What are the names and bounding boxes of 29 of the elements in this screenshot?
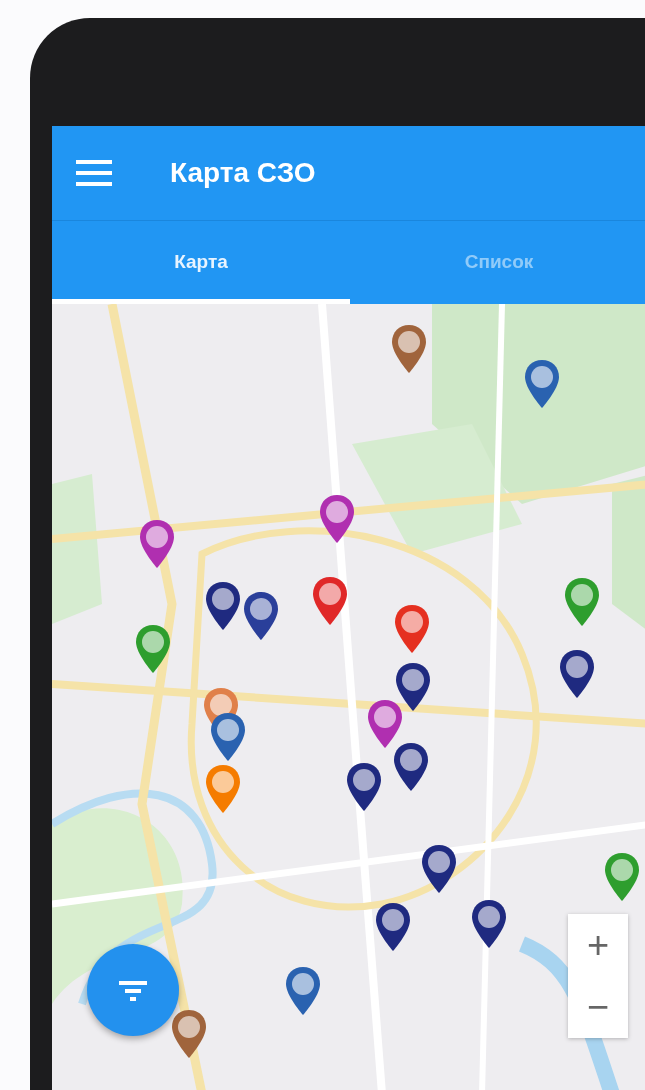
map-marker[interactable]	[392, 742, 430, 792]
map-marker[interactable]	[209, 712, 247, 762]
map-marker[interactable]	[138, 519, 176, 569]
app-title: Карта СЗО	[170, 157, 316, 189]
map-marker[interactable]	[390, 324, 428, 374]
zoom-button[interactable]: +	[568, 914, 628, 976]
filter-icon	[119, 979, 147, 1001]
map-marker[interactable]	[170, 1009, 208, 1059]
map-marker[interactable]	[393, 604, 431, 654]
map-marker[interactable]	[242, 591, 280, 641]
map-marker[interactable]	[420, 844, 458, 894]
map-marker[interactable]	[603, 852, 641, 902]
zoom-button[interactable]: −	[568, 976, 628, 1038]
map-marker[interactable]	[311, 576, 349, 626]
map-marker[interactable]	[394, 662, 432, 712]
map-marker[interactable]	[470, 899, 508, 949]
map-marker[interactable]	[204, 581, 242, 631]
map-marker[interactable]	[563, 577, 601, 627]
map-marker[interactable]	[284, 966, 322, 1016]
map-marker[interactable]	[558, 649, 596, 699]
map-marker[interactable]	[374, 902, 412, 952]
map-marker[interactable]	[318, 494, 356, 544]
map-marker[interactable]	[345, 762, 383, 812]
menu-icon[interactable]	[76, 160, 112, 186]
map-marker[interactable]	[134, 624, 172, 674]
map-marker[interactable]	[204, 764, 242, 814]
filter-button[interactable]	[87, 944, 179, 1036]
map-marker[interactable]	[366, 699, 404, 749]
map-marker[interactable]	[523, 359, 561, 409]
